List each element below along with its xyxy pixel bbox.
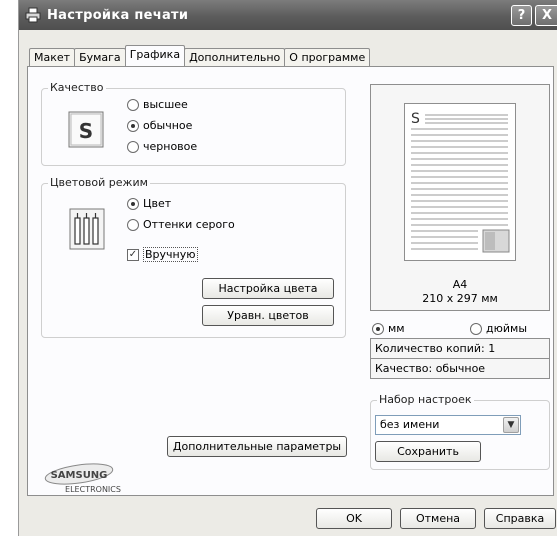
printer-icon bbox=[25, 7, 41, 23]
grayscale-label: Оттенки серого bbox=[143, 218, 235, 231]
close-button[interactable]: X bbox=[535, 5, 557, 26]
presets-value: без имени bbox=[380, 418, 440, 431]
quality-group-label: Качество bbox=[48, 81, 106, 94]
svg-text:S: S bbox=[79, 119, 93, 143]
cancel-button[interactable]: Отмена bbox=[400, 508, 476, 529]
checkmark-icon: ✓ bbox=[127, 248, 139, 261]
tab-graphics[interactable]: Графика bbox=[124, 45, 186, 66]
quality-normal-label: обычное bbox=[143, 119, 193, 132]
color-match-button[interactable]: Уравн. цветов bbox=[202, 305, 334, 326]
help-title-button[interactable]: ? bbox=[511, 5, 532, 26]
presets-group: Набор настроек без имени ▼ Сохранить bbox=[370, 393, 550, 470]
units-inch-radio[interactable]: дюймы bbox=[470, 319, 527, 338]
units-mm-radio[interactable]: мм bbox=[372, 319, 405, 338]
radio-selected-icon bbox=[127, 197, 139, 210]
radio-icon bbox=[127, 218, 139, 231]
samsung-logo: SAMSUNG ELECTRONICS bbox=[43, 462, 163, 494]
tab-layout[interactable]: Макет bbox=[29, 48, 76, 66]
units-row: мм дюймы bbox=[370, 315, 550, 336]
quality-best-label: высшее bbox=[143, 98, 188, 111]
radio-icon bbox=[127, 140, 139, 153]
tab-about[interactable]: О программе bbox=[284, 48, 371, 66]
paper-dimensions: 210 x 297 мм bbox=[422, 292, 498, 305]
radio-icon bbox=[127, 98, 139, 111]
radio-selected-icon bbox=[127, 119, 139, 132]
quality-document-icon: S bbox=[68, 110, 104, 148]
quality-best-radio[interactable]: высшее bbox=[127, 98, 188, 111]
advanced-options-button[interactable]: Дополнительные параметры bbox=[167, 436, 347, 457]
color-label: Цвет bbox=[143, 197, 172, 210]
quality-draft-label: черновое bbox=[143, 140, 198, 153]
tab-strip: Макет Бумага Графика Дополнительно О про… bbox=[29, 45, 371, 66]
tab-paper[interactable]: Бумага bbox=[74, 48, 126, 66]
radio-selected-icon bbox=[372, 322, 384, 335]
quality-info: Качество: обычное bbox=[370, 358, 550, 379]
units-mm-label: мм bbox=[388, 322, 405, 335]
page-preview: S A4 210 x 297 мм bbox=[370, 84, 550, 311]
grayscale-radio[interactable]: Оттенки серого bbox=[127, 218, 235, 231]
copies-info: Количество копий: 1 bbox=[370, 338, 550, 359]
print-settings-window: Настройка печати ? X Макет Бумага График… bbox=[18, 0, 557, 536]
presets-group-label: Набор настроек bbox=[377, 393, 474, 406]
preview-glyph: S bbox=[411, 111, 420, 127]
title-bar[interactable]: Настройка печати ? X bbox=[19, 0, 557, 30]
units-inch-label: дюймы bbox=[486, 322, 527, 335]
close-icon: X bbox=[541, 8, 553, 23]
logo-brand: SAMSUNG bbox=[51, 470, 108, 481]
help-button[interactable]: Справка bbox=[484, 508, 556, 529]
tab-advanced[interactable]: Дополнительно bbox=[184, 48, 286, 66]
color-mode-group-label: Цветовой режим bbox=[48, 176, 150, 189]
manual-checkbox[interactable]: ✓ Вручную bbox=[127, 247, 198, 262]
window-title: Настройка печати bbox=[47, 7, 189, 23]
radio-icon bbox=[470, 322, 482, 335]
quality-normal-radio[interactable]: обычное bbox=[127, 119, 192, 132]
ok-button[interactable]: OK bbox=[316, 508, 392, 529]
help-icon: ? bbox=[517, 8, 526, 23]
quality-draft-radio[interactable]: черновое bbox=[127, 140, 197, 153]
color-mode-group: Цветовой режим Цвет Оттенки серого ✓ Вру… bbox=[41, 176, 346, 338]
paper-name: A4 bbox=[452, 278, 468, 291]
color-cartridges-icon bbox=[69, 208, 105, 250]
save-preset-button[interactable]: Сохранить bbox=[375, 441, 481, 462]
logo-sub: ELECTRONICS bbox=[65, 485, 121, 494]
preview-lines: S bbox=[411, 111, 510, 253]
presets-select[interactable]: без имени ▼ bbox=[375, 415, 521, 435]
quality-group: Качество S высшее обычное черновое bbox=[41, 81, 346, 166]
color-radio[interactable]: Цвет bbox=[127, 197, 171, 210]
chevron-down-icon: ▼ bbox=[503, 417, 519, 433]
manual-label: Вручную bbox=[143, 247, 198, 262]
page-preview-sheet: S bbox=[404, 103, 516, 261]
color-settings-button[interactable]: Настройка цвета bbox=[202, 278, 334, 299]
